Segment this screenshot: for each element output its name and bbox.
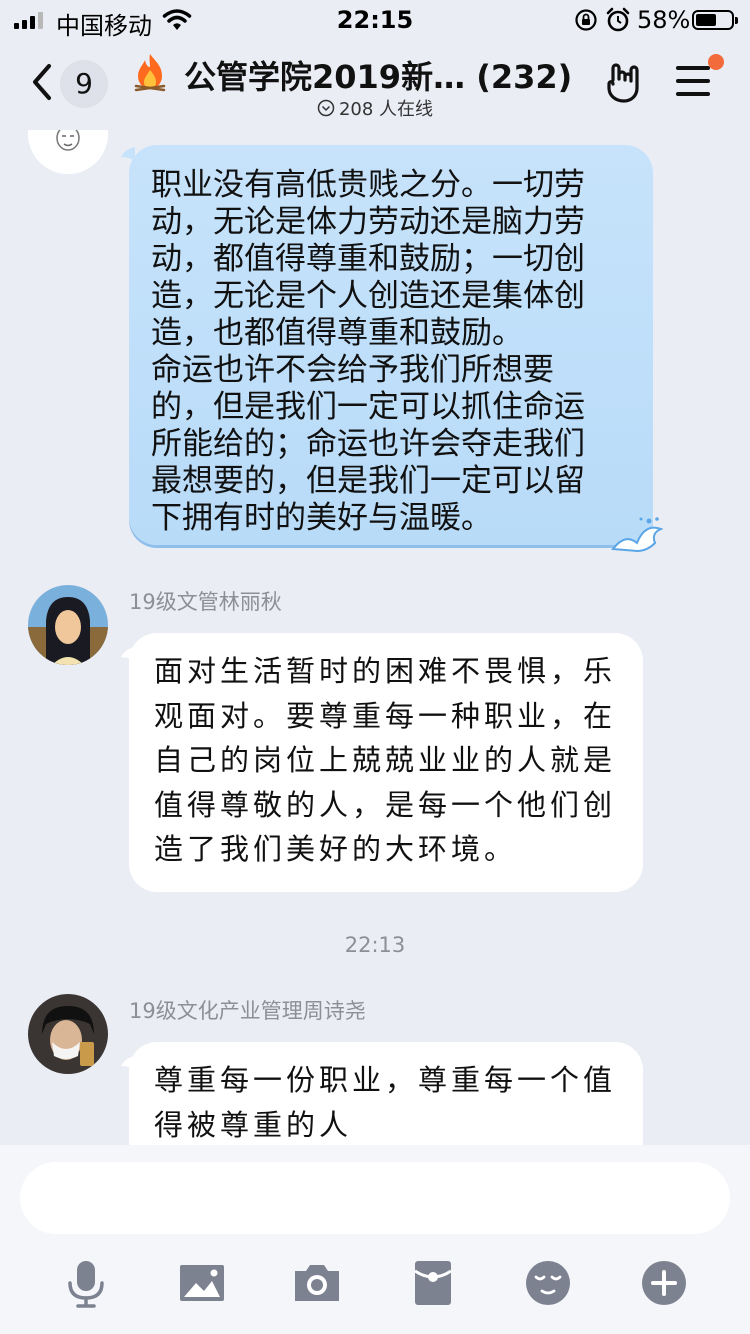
camera-icon[interactable] [289, 1255, 345, 1311]
chevron-circle-icon [317, 99, 335, 117]
battery-icon [692, 10, 738, 30]
alarm-icon [606, 7, 630, 32]
message-text: 面对生活暂时的困难不畏惧，乐 观面对。要尊重每一种职业，在 自己的岗位上兢兢业业… [154, 654, 617, 866]
bubble-tail [121, 647, 135, 661]
avatar-image [28, 994, 108, 1074]
bubble-tail [121, 1056, 135, 1070]
emoji-icon[interactable] [520, 1255, 576, 1311]
message-text: 尊重每一份职业，尊重每一个值 得被尊重的人 [154, 1063, 617, 1142]
red-packet-icon[interactable] [405, 1255, 461, 1311]
sender-name[interactable]: 19级文化产业管理周诗尧 [129, 995, 366, 1025]
rotation-lock-icon [575, 9, 597, 31]
avatar[interactable] [28, 585, 108, 665]
message-bubble[interactable]: 职业没有高低贵贱之分。一切劳 动，无论是体力劳动还是脑力劳 动，都值得尊重和鼓励… [121, 145, 663, 553]
notification-dot [708, 54, 724, 70]
hand-gesture-icon[interactable] [604, 62, 644, 104]
composer [0, 1145, 750, 1334]
chat-header: 9 公管学院2019新… (232) 208 人在线 [0, 40, 750, 130]
message-text: 职业没有高低贵贱之分。一切劳 动，无论是体力劳动还是脑力劳 动，都值得尊重和鼓励… [151, 167, 585, 536]
avatar-image [28, 585, 108, 665]
sender-name[interactable]: 19级文管林丽秋 [129, 586, 282, 616]
menu-button[interactable] [676, 54, 724, 105]
online-count-text: 208 人在线 [338, 99, 434, 120]
message-bubble[interactable]: 面对生活暂时的困难不畏惧，乐 观面对。要尊重每一种职业，在 自己的岗位上兢兢业业… [121, 633, 643, 892]
message-input[interactable] [20, 1162, 730, 1234]
group-title[interactable]: 公管学院2019新… (232) [184, 52, 572, 98]
meme-face-icon [28, 130, 108, 174]
fire-icon [134, 54, 166, 92]
avatar[interactable] [28, 130, 108, 174]
wave-decoration-icon [611, 517, 663, 553]
status-bar: 中国移动 22:15 58% [0, 0, 750, 40]
plus-icon[interactable] [636, 1255, 692, 1311]
battery-percentage: 58% [637, 6, 691, 34]
image-icon[interactable] [174, 1255, 230, 1311]
battery-level [696, 14, 716, 26]
timestamp: 22:13 [344, 933, 406, 957]
message-bubble[interactable]: 尊重每一份职业，尊重每一个值 得被尊重的人 [121, 1042, 643, 1145]
avatar[interactable] [28, 994, 108, 1074]
microphone-icon[interactable] [58, 1255, 114, 1311]
bubble-tail [121, 147, 135, 161]
message-list[interactable]: 职业没有高低贵贱之分。一切劳 动，无论是体力劳动还是脑力劳 动，都值得尊重和鼓励… [0, 130, 750, 1145]
